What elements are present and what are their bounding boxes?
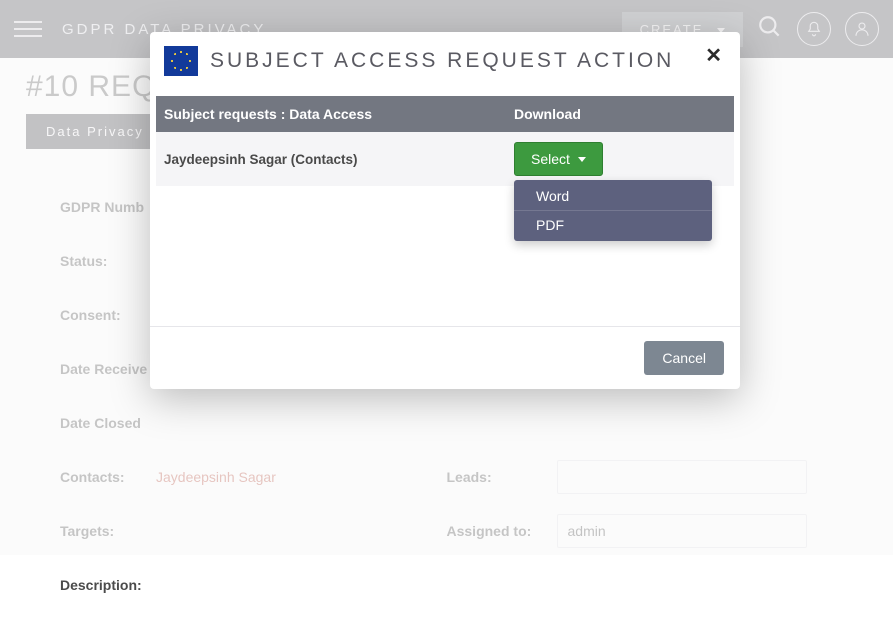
- header-download: Download: [514, 106, 734, 122]
- option-word[interactable]: Word: [514, 182, 712, 211]
- modal-dialog: SUBJECT ACCESS REQUEST ACTION ✕ Subject …: [150, 32, 740, 389]
- cancel-button[interactable]: Cancel: [644, 341, 724, 375]
- eu-flag-icon: [164, 46, 198, 76]
- row-name: Jaydeepsinh Sagar (Contacts): [156, 152, 514, 167]
- header-subject: Subject requests : Data Access: [156, 106, 514, 122]
- label-description: Description:: [26, 577, 156, 593]
- select-button[interactable]: Select: [514, 142, 603, 176]
- table-row: Jaydeepsinh Sagar (Contacts) Select Word…: [156, 132, 734, 186]
- option-pdf[interactable]: PDF: [514, 211, 712, 239]
- select-dropdown: Word PDF: [514, 180, 712, 241]
- chevron-down-icon: [578, 157, 586, 162]
- select-button-label: Select: [531, 151, 570, 167]
- close-icon[interactable]: ✕: [705, 46, 722, 66]
- modal-table-header: Subject requests : Data Access Download: [156, 96, 734, 132]
- modal-title: SUBJECT ACCESS REQUEST ACTION: [210, 49, 674, 73]
